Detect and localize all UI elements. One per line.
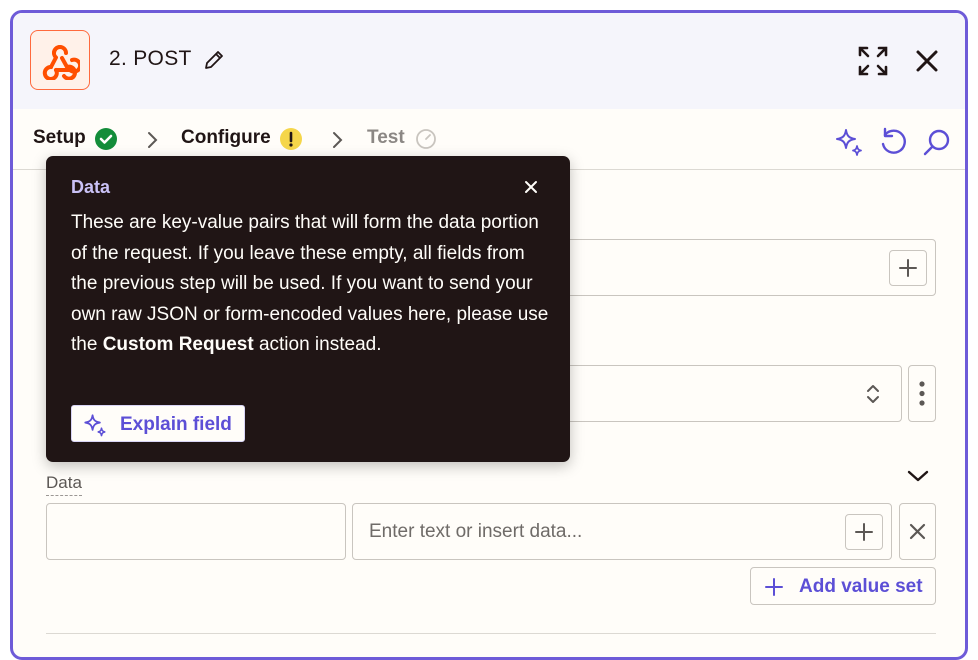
data-field-label: Data — [46, 473, 82, 496]
chevron-right-icon — [331, 130, 345, 155]
warning-icon — [280, 128, 302, 150]
close-panel-icon[interactable] — [915, 49, 939, 78]
chevron-right-icon — [146, 130, 160, 155]
step-title[interactable]: 2. POST — [109, 47, 192, 71]
tooltip-text-end: action instead. — [253, 334, 382, 355]
chevron-down-icon[interactable] — [906, 468, 930, 489]
tab-test[interactable]: Test — [367, 127, 405, 149]
data-field-tooltip: Data These are key-value pairs that will… — [46, 156, 570, 462]
data-value-input[interactable]: Enter text or insert data... — [352, 503, 892, 560]
explain-field-button[interactable]: Explain field — [71, 405, 245, 442]
tooltip-title: Data — [71, 177, 111, 197]
sparkle-icon[interactable] — [833, 126, 865, 163]
expand-icon[interactable] — [858, 46, 888, 81]
search-icon[interactable] — [921, 126, 953, 163]
edit-pencil-icon[interactable] — [203, 50, 225, 77]
explain-field-label: Explain field — [120, 414, 232, 435]
add-value-set-button[interactable]: Add value set — [750, 567, 936, 605]
webhook-icon — [30, 30, 90, 90]
insert-data-button[interactable] — [845, 514, 883, 550]
undo-icon[interactable] — [877, 126, 909, 163]
panel-header: 2. POST — [13, 13, 965, 109]
tab-setup[interactable]: Setup — [33, 127, 86, 149]
tab-configure[interactable]: Configure — [181, 127, 271, 149]
value-placeholder: Enter text or insert data... — [369, 521, 583, 542]
select-arrows-icon — [865, 383, 881, 410]
insert-data-button[interactable] — [889, 250, 927, 286]
data-key-input[interactable] — [46, 503, 346, 560]
tooltip-body: These are key-value pairs that will form… — [71, 208, 551, 361]
remove-row-button[interactable] — [899, 503, 936, 560]
check-circle-icon — [95, 128, 117, 150]
section-divider — [46, 633, 936, 634]
timer-icon — [415, 128, 437, 150]
add-value-set-label: Add value set — [799, 576, 923, 597]
custom-request-text: Custom Request — [102, 334, 254, 355]
close-tooltip-icon[interactable] — [524, 180, 538, 199]
sparkle-icon — [84, 414, 106, 437]
more-options-button[interactable] — [908, 365, 936, 422]
plus-icon — [765, 578, 783, 596]
